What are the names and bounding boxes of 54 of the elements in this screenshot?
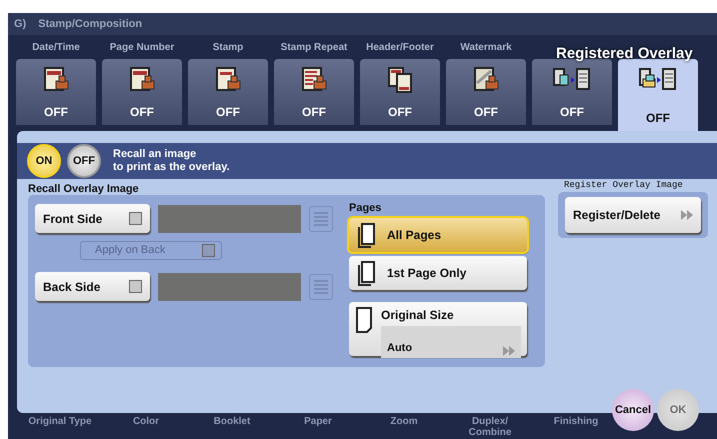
tab-label: Watermark bbox=[460, 40, 512, 54]
toggle-button[interactable]: OFF bbox=[67, 144, 101, 178]
page-option[interactable]: All Pages bbox=[349, 218, 527, 252]
double-arrow-icon bbox=[681, 210, 693, 220]
documents-icon bbox=[386, 65, 414, 93]
document-stamp-icon bbox=[214, 65, 242, 93]
bottom-tab[interactable]: Color bbox=[132, 416, 160, 427]
function-tab[interactable]: OFF bbox=[446, 59, 526, 125]
checkbox[interactable] bbox=[129, 212, 142, 225]
page-option[interactable]: 1st Page Only bbox=[349, 256, 527, 290]
function-tab[interactable]: OFF bbox=[188, 59, 268, 125]
tab-label: Header/Footer bbox=[366, 40, 434, 54]
section-title: Stamp/Composition bbox=[38, 16, 142, 32]
group-label: Pages bbox=[349, 201, 382, 214]
overlay-documents-icon bbox=[553, 65, 591, 93]
function-tab[interactable]: OFF bbox=[274, 59, 354, 125]
document-stamp-icon bbox=[300, 65, 328, 93]
tab-label: Page Number bbox=[110, 40, 174, 54]
bottom-tab[interactable]: Finishing bbox=[554, 416, 598, 427]
action-button[interactable]: Cancel bbox=[612, 389, 654, 431]
double-arrow-icon bbox=[503, 346, 515, 356]
list-button[interactable] bbox=[309, 274, 333, 300]
function-tab[interactable]: OFF bbox=[16, 59, 96, 125]
bottom-tab[interactable]: Booklet bbox=[214, 416, 250, 427]
original-size-button[interactable]: Original Size Auto bbox=[349, 302, 527, 356]
file-field[interactable] bbox=[158, 272, 301, 300]
file-field[interactable] bbox=[158, 204, 301, 232]
tab-label: Stamp bbox=[212, 40, 244, 54]
list-button[interactable] bbox=[309, 206, 333, 232]
document-stamp-icon bbox=[128, 65, 156, 93]
side-button[interactable]: Front Side bbox=[35, 204, 150, 233]
document-stamp-icon bbox=[42, 65, 70, 93]
overlay-documents-icon bbox=[639, 65, 677, 93]
function-tab[interactable]: OFF bbox=[102, 59, 182, 125]
function-tab[interactable]: OFF bbox=[360, 59, 440, 125]
bottom-tab[interactable]: Duplex/ Combine bbox=[468, 416, 512, 438]
tab-label: Date/Time bbox=[32, 40, 80, 54]
description-text: Recall an image to print as the overlay. bbox=[113, 148, 230, 174]
section-label: G) bbox=[14, 16, 26, 32]
bottom-tab[interactable]: Paper bbox=[304, 416, 332, 427]
group-label: Recall Overlay Image bbox=[28, 182, 140, 195]
page-icon bbox=[357, 222, 377, 248]
side-button[interactable]: Back Side bbox=[35, 272, 150, 301]
tab-label: Stamp Repeat bbox=[280, 40, 348, 54]
size-value: Auto bbox=[387, 340, 412, 356]
bottom-tab[interactable]: Original Type bbox=[28, 416, 92, 427]
page-stack-icon bbox=[357, 260, 377, 286]
checkbox[interactable] bbox=[129, 280, 142, 293]
bottom-tab[interactable]: Zoom bbox=[390, 416, 418, 427]
register-delete-button[interactable]: Register/Delete bbox=[565, 197, 701, 233]
document-stamp-icon bbox=[472, 65, 500, 93]
group-label: Register Overlay Image bbox=[564, 181, 684, 189]
page-icon bbox=[355, 306, 373, 334]
toggle-button[interactable]: ON bbox=[27, 144, 61, 178]
